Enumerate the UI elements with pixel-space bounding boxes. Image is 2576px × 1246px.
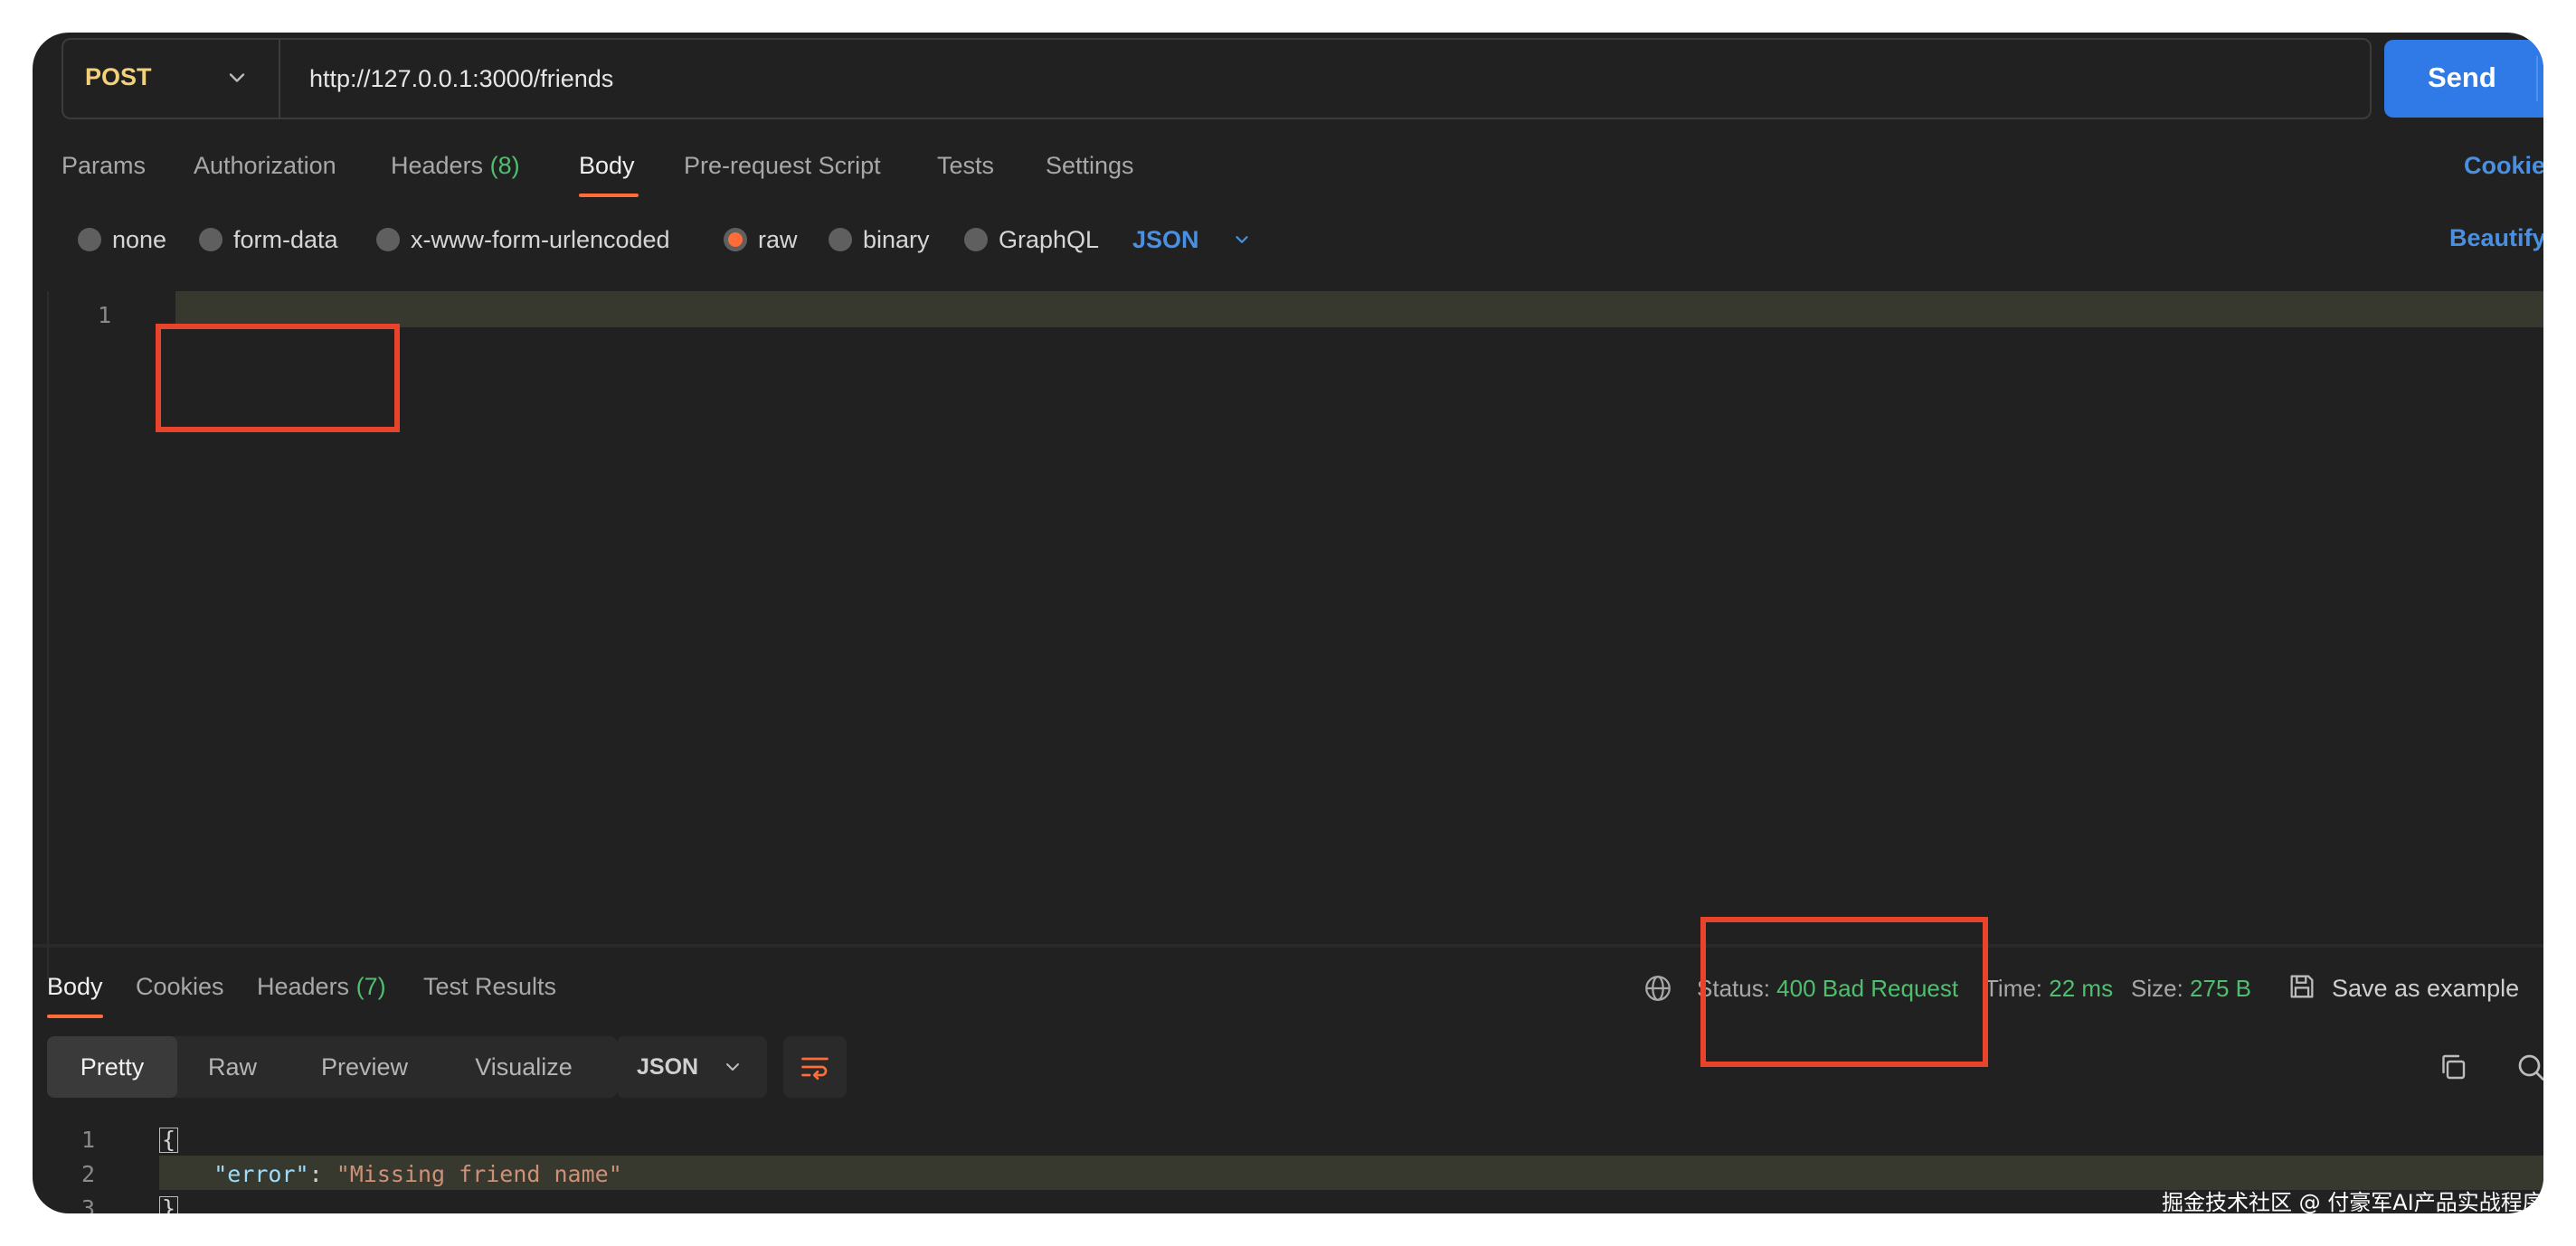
response-view-toggle: Pretty Raw Preview Visualize: [47, 1036, 617, 1098]
response-tab-headers-count: (7): [355, 973, 386, 1000]
radio-indicator: [829, 228, 852, 251]
save-as-example-label: Save as example: [2332, 975, 2520, 1002]
wrap-lines-button[interactable]: [783, 1036, 847, 1098]
send-button[interactable]: Send: [2384, 40, 2543, 118]
annotation-box: [1700, 917, 1988, 1067]
annotation-box: [156, 324, 400, 432]
radio-label: x-www-form-urlencoded: [411, 226, 670, 253]
url-input[interactable]: [298, 40, 2361, 118]
beautify-button[interactable]: Beautify: [2449, 224, 2543, 252]
search-icon[interactable]: [2514, 1051, 2543, 1083]
view-raw-button[interactable]: Raw: [177, 1036, 288, 1098]
open-brace: {: [159, 1128, 179, 1153]
response-tab-headers-label: Headers: [257, 973, 350, 1000]
tab-params[interactable]: Params: [62, 152, 146, 180]
tab-headers[interactable]: Headers (8): [391, 152, 520, 180]
code-text: {: [159, 1127, 179, 1153]
code-line: 1 {: [33, 1121, 2543, 1156]
tab-authorization[interactable]: Authorization: [194, 152, 336, 180]
tab-tests[interactable]: Tests: [937, 152, 994, 180]
time-key: Time:: [1984, 975, 2043, 1002]
radio-indicator: [964, 228, 988, 251]
method-select[interactable]: POST: [63, 40, 280, 118]
globe-icon[interactable]: [1643, 973, 1673, 1004]
time-value: 22 ms: [2049, 975, 2114, 1002]
response-tab-test-results[interactable]: Test Results: [423, 973, 556, 1001]
json-key: "error": [213, 1161, 309, 1187]
tab-prerequest-script[interactable]: Pre-request Script: [684, 152, 881, 180]
panel-divider[interactable]: [33, 944, 2543, 948]
size-key: Size:: [2131, 975, 2183, 1002]
radio-label: form-data: [233, 226, 338, 253]
send-label: Send: [2428, 61, 2496, 93]
chevron-down-icon: [1236, 236, 1248, 243]
tab-headers-label: Headers: [391, 152, 484, 179]
request-body-input[interactable]: [175, 291, 2543, 978]
radio-label: binary: [863, 226, 930, 253]
radio-indicator: [78, 228, 101, 251]
view-visualize-button[interactable]: Visualize: [441, 1036, 606, 1098]
json-value: "Missing friend name": [336, 1161, 622, 1187]
body-language-select[interactable]: JSON: [1132, 224, 1259, 255]
copy-icon[interactable]: [2437, 1051, 2469, 1083]
response-tab-body[interactable]: Body: [47, 973, 103, 1001]
radio-label: raw: [758, 226, 798, 253]
cookies-link[interactable]: Cookie: [2464, 152, 2543, 180]
line-number: 1: [81, 1127, 96, 1153]
save-icon: [2290, 975, 2314, 998]
watermark: 掘金技术社区 @ 付豪军AI产品实战程序员: [2162, 1190, 2543, 1213]
wrap-lines-icon: [801, 1057, 829, 1081]
response-tab-headers[interactable]: Headers (7): [257, 973, 386, 1001]
json-colon: :: [308, 1161, 336, 1187]
response-tab-cookies[interactable]: Cookies: [136, 973, 224, 1001]
line-number: 2: [81, 1161, 96, 1187]
view-pretty-button[interactable]: Pretty: [47, 1036, 177, 1098]
radio-label: GraphQL: [999, 226, 1100, 253]
radio-indicator: [199, 228, 223, 251]
url-bar: POST: [62, 38, 2372, 119]
radio-indicator-selected: [724, 228, 747, 251]
size-value: 275 B: [2190, 975, 2251, 1002]
close-brace: }: [159, 1196, 179, 1213]
active-tab-indicator: [47, 1015, 103, 1018]
response-format-label: JSON: [637, 1054, 699, 1080]
method-label: POST: [85, 63, 152, 90]
tab-settings[interactable]: Settings: [1046, 152, 1134, 180]
view-preview-button[interactable]: Preview: [288, 1036, 441, 1098]
active-tab-indicator: [579, 194, 639, 197]
tab-headers-count: (8): [489, 152, 520, 179]
radio-label: none: [112, 226, 167, 253]
line-number: 3: [81, 1195, 96, 1213]
body-language-label: JSON: [1132, 226, 1199, 253]
response-size[interactable]: Size: 275 B: [2131, 975, 2251, 1003]
request-body-editor: 1: [47, 291, 2543, 978]
response-time[interactable]: Time: 22 ms: [1984, 975, 2113, 1003]
chevron-down-icon: [726, 1063, 739, 1071]
code-text: }: [159, 1195, 179, 1213]
response-format-select[interactable]: JSON: [617, 1036, 767, 1098]
tab-body[interactable]: Body: [579, 152, 635, 180]
code-text: "error": "Missing friend name": [159, 1161, 622, 1187]
radio-indicator: [376, 228, 400, 251]
chevron-down-icon: [229, 73, 245, 82]
line-number: 1: [98, 302, 112, 328]
postman-window: POST Send Params Authorization Headers (…: [33, 33, 2543, 1213]
send-divider: [2536, 56, 2538, 101]
